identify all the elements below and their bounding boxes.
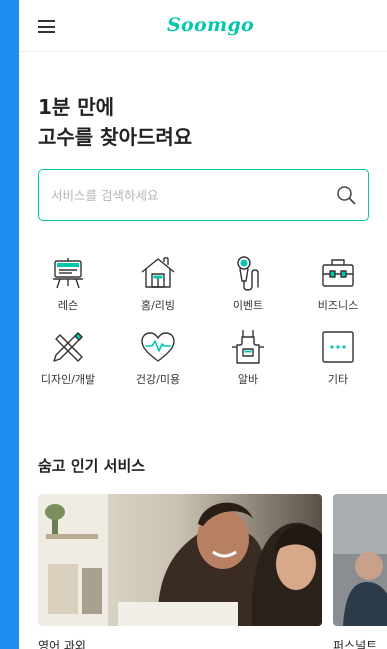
hero-headline: 1분 만에 고수를 찾아드려요 [38, 92, 192, 152]
service-card-title[interactable]: 퍼스널트 [333, 637, 377, 649]
category-business[interactable]: 비즈니스 [293, 253, 383, 313]
category-label: 건강/미용 [135, 373, 181, 386]
category-health-beauty[interactable]: 건강/미용 [113, 327, 203, 387]
easel-icon [53, 258, 83, 289]
category-label: 기타 [327, 373, 349, 386]
photo-person [333, 494, 387, 626]
category-label: 홈/리빙 [140, 299, 176, 312]
category-label: 레슨 [57, 299, 79, 312]
service-card-image-2[interactable] [333, 494, 387, 626]
service-card-title[interactable]: 영어 과외 [38, 637, 86, 649]
app-frame: Soomgo 1분 만에 고수를 찾아드려요 레슨 [19, 0, 387, 649]
service-card-image[interactable] [38, 494, 322, 626]
category-label: 이벤트 [232, 299, 264, 312]
category-home-living[interactable]: 홈/리빙 [113, 253, 203, 313]
category-grid: 레슨 홈/리빙 이벤트 비즈니스 디자인/개발 건강/미용 알바 기타 [19, 253, 387, 387]
apron-icon [232, 330, 264, 364]
photo-two-women [38, 494, 322, 626]
category-label: 비즈니스 [317, 299, 359, 312]
briefcase-icon [322, 259, 354, 287]
pencil-ruler-icon [53, 332, 83, 362]
category-lesson[interactable]: 레슨 [23, 253, 113, 313]
category-label: 디자인/개발 [40, 373, 96, 386]
category-label: 알바 [237, 373, 259, 386]
category-etc[interactable]: 기타 [293, 327, 383, 387]
more-icon [322, 331, 354, 363]
search-icon[interactable] [336, 185, 356, 205]
category-event[interactable]: 이벤트 [203, 253, 293, 313]
category-design-dev[interactable]: 디자인/개발 [23, 327, 113, 387]
heart-pulse-icon [141, 332, 175, 362]
search-box[interactable] [38, 169, 369, 221]
search-input[interactable] [51, 184, 321, 206]
microphone-icon [237, 256, 259, 291]
category-parttime[interactable]: 알바 [203, 327, 293, 387]
popular-services-title: 숨고 인기 서비스 [38, 457, 146, 475]
top-bar: Soomgo [19, 0, 387, 52]
hero-line-1: 1분 만에 [38, 95, 115, 119]
soomgo-logo[interactable]: Soomgo [167, 14, 254, 36]
hero-line-2: 고수를 찾아드려요 [38, 125, 193, 149]
hamburger-icon[interactable] [38, 20, 55, 33]
house-icon [141, 257, 175, 288]
